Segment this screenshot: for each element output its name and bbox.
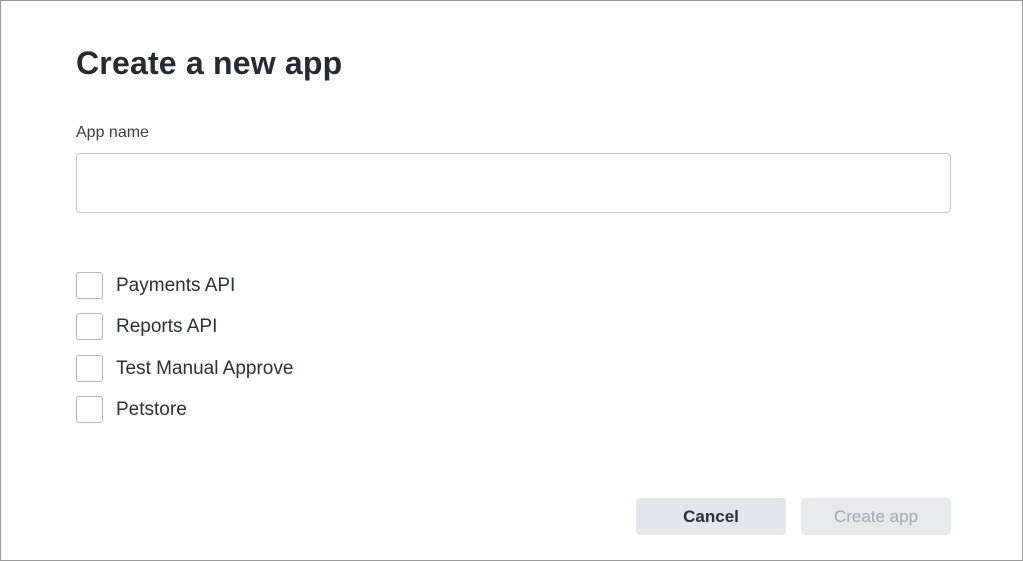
cancel-button[interactable]: Cancel: [636, 498, 786, 535]
app-name-input[interactable]: [76, 153, 951, 213]
petstore-checkbox[interactable]: [76, 395, 103, 423]
api-option-test-manual-approve[interactable]: Test Manual Approve: [76, 354, 294, 382]
reports-api-checkbox[interactable]: [76, 313, 103, 341]
dialog-title: Create a new app: [76, 45, 343, 81]
api-option-label: Reports API: [116, 316, 218, 338]
api-option-label: Petstore: [116, 398, 187, 420]
test-manual-approve-checkbox[interactable]: [76, 354, 103, 382]
api-option-petstore[interactable]: Petstore: [76, 395, 293, 423]
create-app-button[interactable]: Create app: [801, 498, 951, 535]
create-app-dialog: Create a new app App name Payments API R…: [0, 0, 1023, 561]
api-option-label: Payments API: [116, 275, 236, 296]
api-option-payments[interactable]: Payments API: [76, 272, 293, 299]
payments-api-checkbox[interactable]: [76, 272, 103, 299]
api-checkbox-list: Payments API Reports API Test Manual App…: [76, 272, 293, 437]
api-option-label: Test Manual Approve: [116, 357, 294, 379]
api-option-reports[interactable]: Reports API: [76, 313, 293, 341]
app-name-label: App name: [76, 124, 149, 141]
